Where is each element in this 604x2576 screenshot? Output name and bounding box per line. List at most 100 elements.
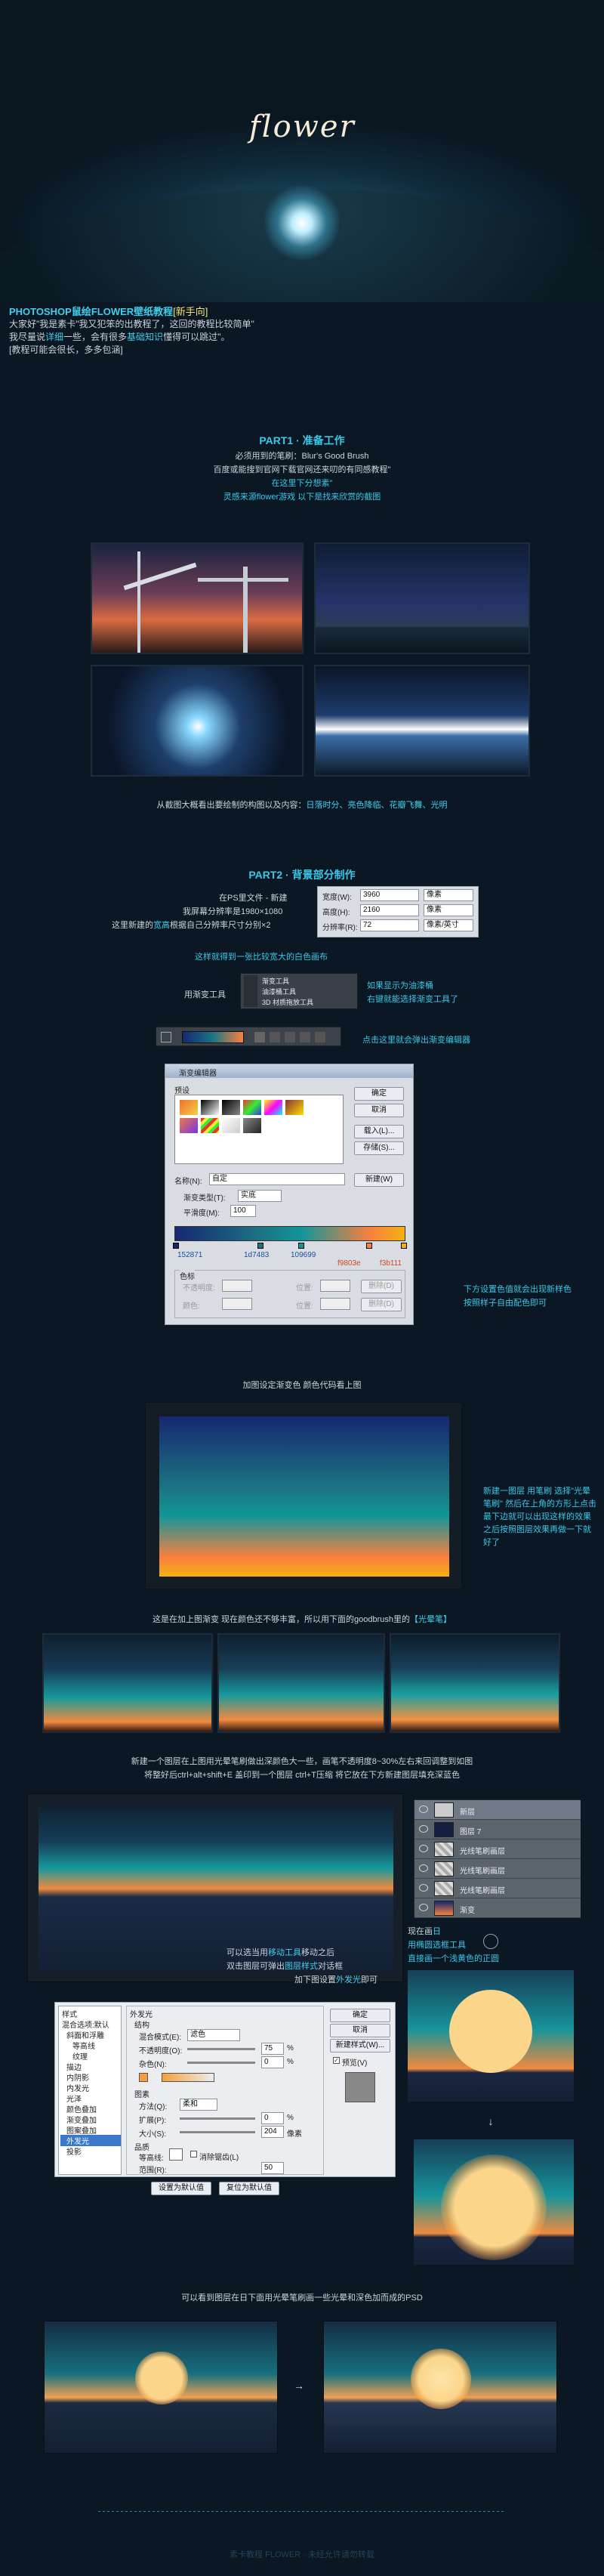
radial-gradient-icon[interactable] <box>270 1032 280 1042</box>
editor-load-button[interactable]: 载入(L)... <box>354 1125 404 1138</box>
blend-mode-select[interactable]: 滤色 <box>187 2029 240 2041</box>
glow-color-swatch[interactable] <box>139 2073 148 2082</box>
stop-location-field[interactable] <box>320 1280 350 1292</box>
width-unit-select[interactable]: 像素 <box>424 889 473 901</box>
style-item-satin[interactable]: 光泽 <box>66 2093 82 2104</box>
editor-cancel-button[interactable]: 取消 <box>354 1104 404 1117</box>
part4-text3-pre: 加下图设置 <box>294 1975 336 1985</box>
layer-row[interactable]: 渐变 <box>414 1898 581 1918</box>
editor-new-button[interactable]: 新建(W) <box>354 1173 404 1187</box>
height-field[interactable]: 2160 <box>360 904 419 916</box>
preset-swatch[interactable] <box>243 1100 261 1115</box>
noise-slider[interactable] <box>187 2062 255 2064</box>
gradient-preview-bar[interactable] <box>182 1031 244 1043</box>
part1-download-link[interactable]: 在这里下分想素" <box>0 477 604 490</box>
reflected-gradient-icon[interactable] <box>300 1032 310 1042</box>
preset-swatch[interactable] <box>222 1100 240 1115</box>
smoothness-field[interactable]: 100 <box>230 1205 256 1217</box>
glow-gradient-swatch[interactable] <box>162 2073 214 2082</box>
preset-swatch[interactable] <box>243 1118 261 1133</box>
noise-field[interactable]: 0 <box>261 2056 284 2068</box>
color-stop[interactable] <box>298 1243 304 1249</box>
range-field[interactable]: 50 <box>261 2162 284 2174</box>
style-ok-button[interactable]: 确定 <box>330 2009 390 2022</box>
spread-slider[interactable] <box>180 2117 255 2120</box>
layer-row[interactable]: 新层 <box>414 1800 581 1820</box>
eye-icon[interactable] <box>419 1864 428 1872</box>
eye-icon[interactable] <box>419 1825 428 1833</box>
resolution-field[interactable]: 72 <box>360 919 419 931</box>
reset-default-button[interactable]: 复位为默认值 <box>219 2182 279 2195</box>
tool-menu-item-gradient[interactable]: 渐变工具 <box>262 976 289 986</box>
preset-swatch[interactable] <box>180 1100 198 1115</box>
stop-location-label: 位置: <box>296 1284 313 1293</box>
stop-color-location-field[interactable] <box>320 1298 350 1310</box>
editor-save-button[interactable]: 存储(S)... <box>354 1141 404 1155</box>
layer-row[interactable]: 光线笔刷画层 <box>414 1879 581 1898</box>
windmill-blade <box>123 562 197 591</box>
layer-row[interactable]: 光线笔刷画层 <box>414 1839 581 1859</box>
gradient-name-field[interactable]: 自定 <box>209 1173 345 1185</box>
preview-checkbox[interactable]: ✓ <box>333 2057 340 2064</box>
technique-select[interactable]: 柔和 <box>180 2099 217 2111</box>
stop-opacity-field[interactable] <box>222 1280 252 1292</box>
style-item-bevel[interactable]: 斜面和浮雕 <box>66 2029 104 2040</box>
stop-delete-button[interactable]: 删除(D) <box>361 1280 402 1293</box>
style-item-outer-glow[interactable]: 外发光 <box>60 2135 121 2146</box>
style-item-stroke[interactable]: 描边 <box>66 2061 82 2072</box>
color-stop[interactable] <box>401 1243 407 1249</box>
eye-icon[interactable] <box>419 1884 428 1892</box>
angle-gradient-icon[interactable] <box>285 1032 295 1042</box>
stop-color-delete-button[interactable]: 删除(D) <box>361 1298 402 1311</box>
size-slider[interactable] <box>180 2131 255 2133</box>
tool-menu-item-3d-material[interactable]: 3D 材质拖放工具 <box>262 997 313 1007</box>
presets-grid[interactable] <box>174 1095 344 1164</box>
style-item-texture[interactable]: 纹理 <box>72 2050 88 2062</box>
diamond-gradient-icon[interactable] <box>315 1032 325 1042</box>
opacity-slider[interactable] <box>187 2048 255 2050</box>
preset-swatch[interactable] <box>180 1118 198 1133</box>
stop-color-swatch[interactable] <box>222 1298 252 1310</box>
gradient-type-select[interactable]: 实底 <box>238 1190 282 1202</box>
set-default-button[interactable]: 设置为默认值 <box>151 2182 211 2195</box>
eye-icon[interactable] <box>419 1904 428 1911</box>
eye-icon[interactable] <box>419 1845 428 1852</box>
layer-row[interactable]: 光线笔刷画层 <box>414 1859 581 1879</box>
contour-picker[interactable] <box>169 2148 183 2161</box>
style-item-drop-shadow[interactable]: 投影 <box>66 2145 82 2157</box>
preset-swatch[interactable] <box>264 1100 282 1115</box>
linear-gradient-icon[interactable] <box>254 1032 265 1042</box>
preset-swatch[interactable] <box>222 1118 240 1133</box>
eye-icon[interactable] <box>419 1805 428 1813</box>
preset-swatch[interactable] <box>201 1118 219 1133</box>
style-cancel-button[interactable]: 取消 <box>330 2024 390 2037</box>
sun-note-3: 直接画一个浅黄色的正圆 <box>408 1954 499 1963</box>
spread-field[interactable]: 0 <box>261 2112 284 2124</box>
style-item-inner-glow[interactable]: 内发光 <box>66 2082 89 2093</box>
color-stop[interactable] <box>173 1243 179 1249</box>
size-field[interactable]: 204 <box>261 2126 284 2138</box>
width-field[interactable]: 3960 <box>360 889 419 901</box>
part4-text2-post: 对话框 <box>318 1962 343 1971</box>
gradient-bar[interactable] <box>174 1226 405 1241</box>
style-item-blending[interactable]: 混合选项:默认 <box>62 2018 109 2030</box>
tool-preset-icon[interactable] <box>161 1032 171 1042</box>
style-item-pattern-overlay[interactable]: 图案叠加 <box>66 2124 97 2136</box>
anti-alias-checkbox[interactable] <box>190 2151 197 2157</box>
color-stop[interactable] <box>366 1243 372 1249</box>
style-item-gradient-overlay[interactable]: 渐变叠加 <box>66 2114 97 2125</box>
height-unit-select[interactable]: 像素 <box>424 904 473 916</box>
style-item-color-overlay[interactable]: 颜色叠加 <box>66 2103 97 2114</box>
resolution-unit-select[interactable]: 像素/英寸 <box>424 919 473 931</box>
opacity-field[interactable]: 75 <box>261 2043 284 2055</box>
color-stop[interactable] <box>257 1243 263 1249</box>
tool-menu-item-paint-bucket[interactable]: 油漆桶工具 <box>262 987 296 996</box>
preset-swatch[interactable] <box>285 1100 304 1115</box>
preset-swatch[interactable] <box>201 1100 219 1115</box>
style-item-contour[interactable]: 等高线 <box>72 2040 95 2051</box>
editor-ok-button[interactable]: 确定 <box>354 1087 404 1101</box>
style-preview-swatch <box>345 2072 375 2102</box>
style-item-inner-shadow[interactable]: 内阴影 <box>66 2071 89 2083</box>
layer-row[interactable]: 图层 7 <box>414 1820 581 1839</box>
new-style-button[interactable]: 新建样式(W)... <box>330 2039 390 2052</box>
